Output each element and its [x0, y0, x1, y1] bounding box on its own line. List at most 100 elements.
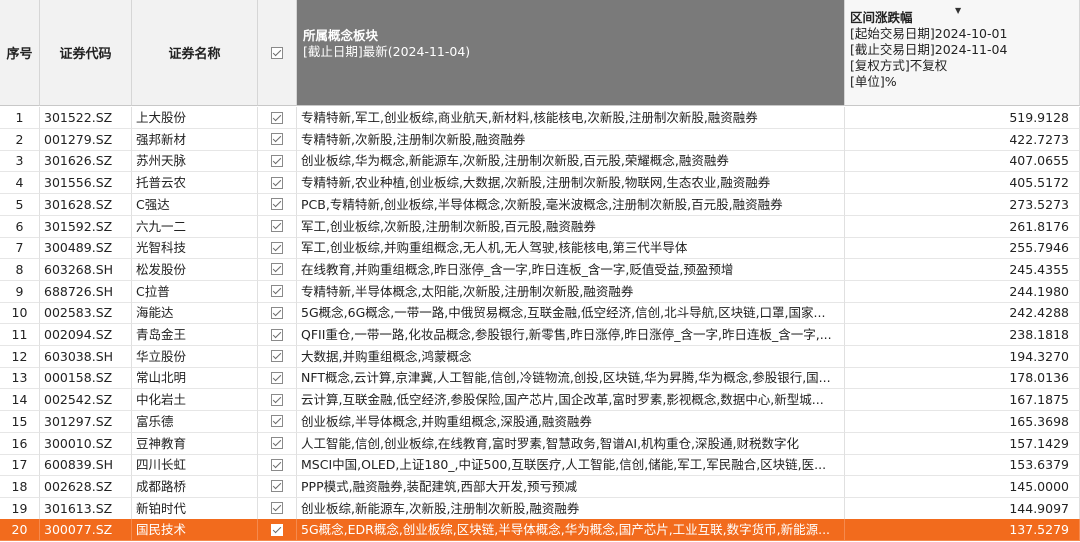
row-checkbox[interactable]	[271, 523, 283, 536]
row-checkbox-cell[interactable]	[258, 107, 297, 129]
row-checkbox-cell[interactable]	[258, 519, 297, 542]
row-checkbox-cell[interactable]	[258, 389, 297, 412]
security-name: 国民技术	[132, 519, 258, 542]
row-checkbox[interactable]	[271, 263, 283, 276]
table-row[interactable]: 17 600839.SH 四川长虹 MSCI中国,OLED,上证180_,中证500,…	[0, 454, 1080, 477]
row-checkbox-cell[interactable]	[258, 172, 297, 195]
table-row[interactable]: 1 301522.SZ 上大股份 专精特新,军工,创业板综,商业航天,新材料,核能核电…	[0, 107, 1080, 129]
header-index-label: 序号	[6, 47, 33, 62]
table-row[interactable]: 12 603038.SH 华立股份 大数据,并购重组概念,鸿蒙概念 194.3270	[0, 345, 1080, 368]
row-checkbox-cell[interactable]	[258, 128, 297, 151]
security-name: 华立股份	[132, 345, 258, 368]
row-checkbox[interactable]	[271, 328, 283, 341]
row-checkbox[interactable]	[271, 371, 283, 384]
row-index: 7	[0, 237, 40, 260]
table-row[interactable]: 19 301613.SZ 新铂时代 创业板综,新能源车,次新股,注册制次新股,融资融券…	[0, 497, 1080, 520]
row-checkbox[interactable]	[271, 198, 283, 211]
table-row[interactable]: 8 603268.SH 松发股份 在线教育,并购重组概念,昨日涨停_含一字,昨日连板_…	[0, 258, 1080, 281]
table-row[interactable]: 14 002542.SZ 中化岩土 云计算,互联金融,低空经济,参股保险,国产芯片,国…	[0, 389, 1080, 412]
select-all-checkbox[interactable]	[271, 46, 283, 59]
interval-change-pct: 242.4288	[845, 302, 1080, 325]
row-checkbox[interactable]	[271, 415, 283, 428]
table-row[interactable]: 18 002628.SZ 成都路桥 PPP模式,融资融券,装配建筑,西部大开发,预亏预…	[0, 475, 1080, 498]
row-checkbox[interactable]	[271, 480, 283, 493]
row-checkbox[interactable]	[271, 176, 283, 189]
concept-sectors: 专精特新,农业种植,创业板综,大数据,次新股,注册制次新股,物联网,生态农业,融…	[297, 172, 845, 195]
security-name: 上大股份	[132, 107, 258, 129]
table-row[interactable]: 15 301297.SZ 富乐德 创业板综,半导体概念,并购重组概念,深股通,融资融券…	[0, 410, 1080, 433]
row-checkbox-cell[interactable]	[258, 410, 297, 433]
row-checkbox-cell[interactable]	[258, 475, 297, 498]
table-row[interactable]: 4 301556.SZ 托普云农 专精特新,农业种植,创业板综,大数据,次新股,注册制…	[0, 172, 1080, 195]
row-checkbox[interactable]	[271, 393, 283, 406]
row-checkbox[interactable]	[271, 241, 283, 254]
table-row[interactable]: 13 000158.SZ 常山北明 NFT概念,云计算,京津冀,人工智能,信创,冷链物…	[0, 367, 1080, 390]
row-checkbox-cell[interactable]	[258, 150, 297, 173]
row-checkbox[interactable]	[271, 154, 283, 167]
row-checkbox-cell[interactable]	[258, 324, 297, 346]
header-pct-title: 区间涨跌幅	[850, 10, 913, 25]
security-code: 301626.SZ	[40, 150, 132, 173]
row-index: 8	[0, 258, 40, 281]
table-row[interactable]: 9 688726.SH C拉普 专精特新,半导体概念,太阳能,次新股,注册制次新股,融…	[0, 280, 1080, 303]
concept-sectors: 专精特新,次新股,注册制次新股,融资融券	[297, 128, 845, 151]
row-checkbox[interactable]	[271, 350, 283, 363]
header-name[interactable]: 证券名称	[132, 0, 258, 106]
header-code[interactable]: 证券代码	[40, 0, 132, 106]
row-checkbox[interactable]	[271, 220, 283, 232]
concept-sectors: 专精特新,军工,创业板综,商业航天,新材料,核能核电,次新股,注册制次新股,融资…	[297, 107, 845, 129]
concept-sectors: PCB,专精特新,创业板综,半导体概念,次新股,毫米波概念,注册制次新股,百元股…	[297, 193, 845, 216]
table-row[interactable]: 6 301592.SZ 六九一二 军工,创业板综,次新股,注册制次新股,百元股,融资融…	[0, 215, 1080, 238]
security-name: 托普云农	[132, 172, 258, 195]
security-code: 603038.SH	[40, 345, 132, 368]
header-select-all[interactable]	[258, 0, 297, 106]
interval-change-pct: 261.8176	[845, 215, 1080, 238]
security-code: 300077.SZ	[40, 519, 132, 542]
table-row[interactable]: 16 300010.SZ 豆神教育 人工智能,信创,创业板综,在线教育,富时罗素,智慧…	[0, 432, 1080, 455]
concept-sectors: QFII重仓,一带一路,化妆品概念,参股银行,新零售,昨日涨停,昨日涨停_含一字…	[297, 324, 845, 346]
security-code: 001279.SZ	[40, 128, 132, 151]
security-name: 中化岩土	[132, 389, 258, 412]
table-row[interactable]: 2 001279.SZ 强邦新材 专精特新,次新股,注册制次新股,融资融券 422.72…	[0, 128, 1080, 151]
row-checkbox-cell[interactable]	[258, 454, 297, 477]
row-checkbox-cell[interactable]	[258, 258, 297, 281]
row-index: 6	[0, 215, 40, 238]
header-pct[interactable]: ▼ 区间涨跌幅 [起始交易日期]2024-10-01 [截止交易日期]2024-…	[845, 0, 1080, 106]
table-row[interactable]: 5 301628.SZ C强达 PCB,专精特新,创业板综,半导体概念,次新股,毫米波…	[0, 193, 1080, 216]
row-checkbox-cell[interactable]	[258, 367, 297, 390]
header-index[interactable]: 序号	[0, 0, 40, 106]
row-checkbox-cell[interactable]	[258, 193, 297, 216]
table-row[interactable]: 10 002583.SZ 海能达 5G概念,6G概念,一带一路,中俄贸易概念,互联金融…	[0, 302, 1080, 325]
interval-change-pct: 153.6379	[845, 454, 1080, 477]
row-checkbox-cell[interactable]	[258, 497, 297, 520]
concept-sectors: 5G概念,EDR概念,创业板综,区块链,半导体概念,华为概念,国产芯片,工业互联…	[297, 519, 845, 542]
row-index: 19	[0, 497, 40, 520]
security-code: 301613.SZ	[40, 497, 132, 520]
row-checkbox[interactable]	[271, 458, 283, 471]
table-row[interactable]: 11 002094.SZ 青岛金王 QFII重仓,一带一路,化妆品概念,参股银行,新零…	[0, 324, 1080, 346]
row-checkbox-cell[interactable]	[258, 302, 297, 325]
security-name: 苏州天脉	[132, 150, 258, 173]
table-row[interactable]: 3 301626.SZ 苏州天脉 创业板综,华为概念,新能源车,次新股,注册制次新股,…	[0, 150, 1080, 173]
row-index: 1	[0, 107, 40, 129]
row-checkbox-cell[interactable]	[258, 432, 297, 455]
row-checkbox-cell[interactable]	[258, 280, 297, 303]
table-row[interactable]: 7 300489.SZ 光智科技 军工,创业板综,并购重组概念,无人机,无人驾驶,核能…	[0, 237, 1080, 260]
row-checkbox-cell[interactable]	[258, 215, 297, 238]
table-row[interactable]: 20 300077.SZ 国民技术 5G概念,EDR概念,创业板综,区块链,半导体概念…	[0, 519, 1080, 542]
row-checkbox[interactable]	[271, 437, 283, 449]
row-checkbox[interactable]	[271, 306, 283, 319]
row-checkbox[interactable]	[271, 502, 283, 515]
interval-change-pct: 273.5273	[845, 193, 1080, 216]
sort-desc-icon[interactable]: ▼	[955, 3, 961, 19]
row-checkbox[interactable]	[271, 285, 283, 298]
row-checkbox[interactable]	[271, 133, 283, 146]
row-checkbox-cell[interactable]	[258, 345, 297, 368]
row-checkbox-cell[interactable]	[258, 237, 297, 260]
header-concept[interactable]: 所属概念板块 [截止日期]最新(2024-11-04)	[297, 0, 845, 106]
security-code: 301522.SZ	[40, 107, 132, 129]
security-code: 301556.SZ	[40, 172, 132, 195]
row-checkbox[interactable]	[271, 111, 283, 124]
row-index: 18	[0, 475, 40, 498]
row-index: 20	[0, 519, 40, 542]
